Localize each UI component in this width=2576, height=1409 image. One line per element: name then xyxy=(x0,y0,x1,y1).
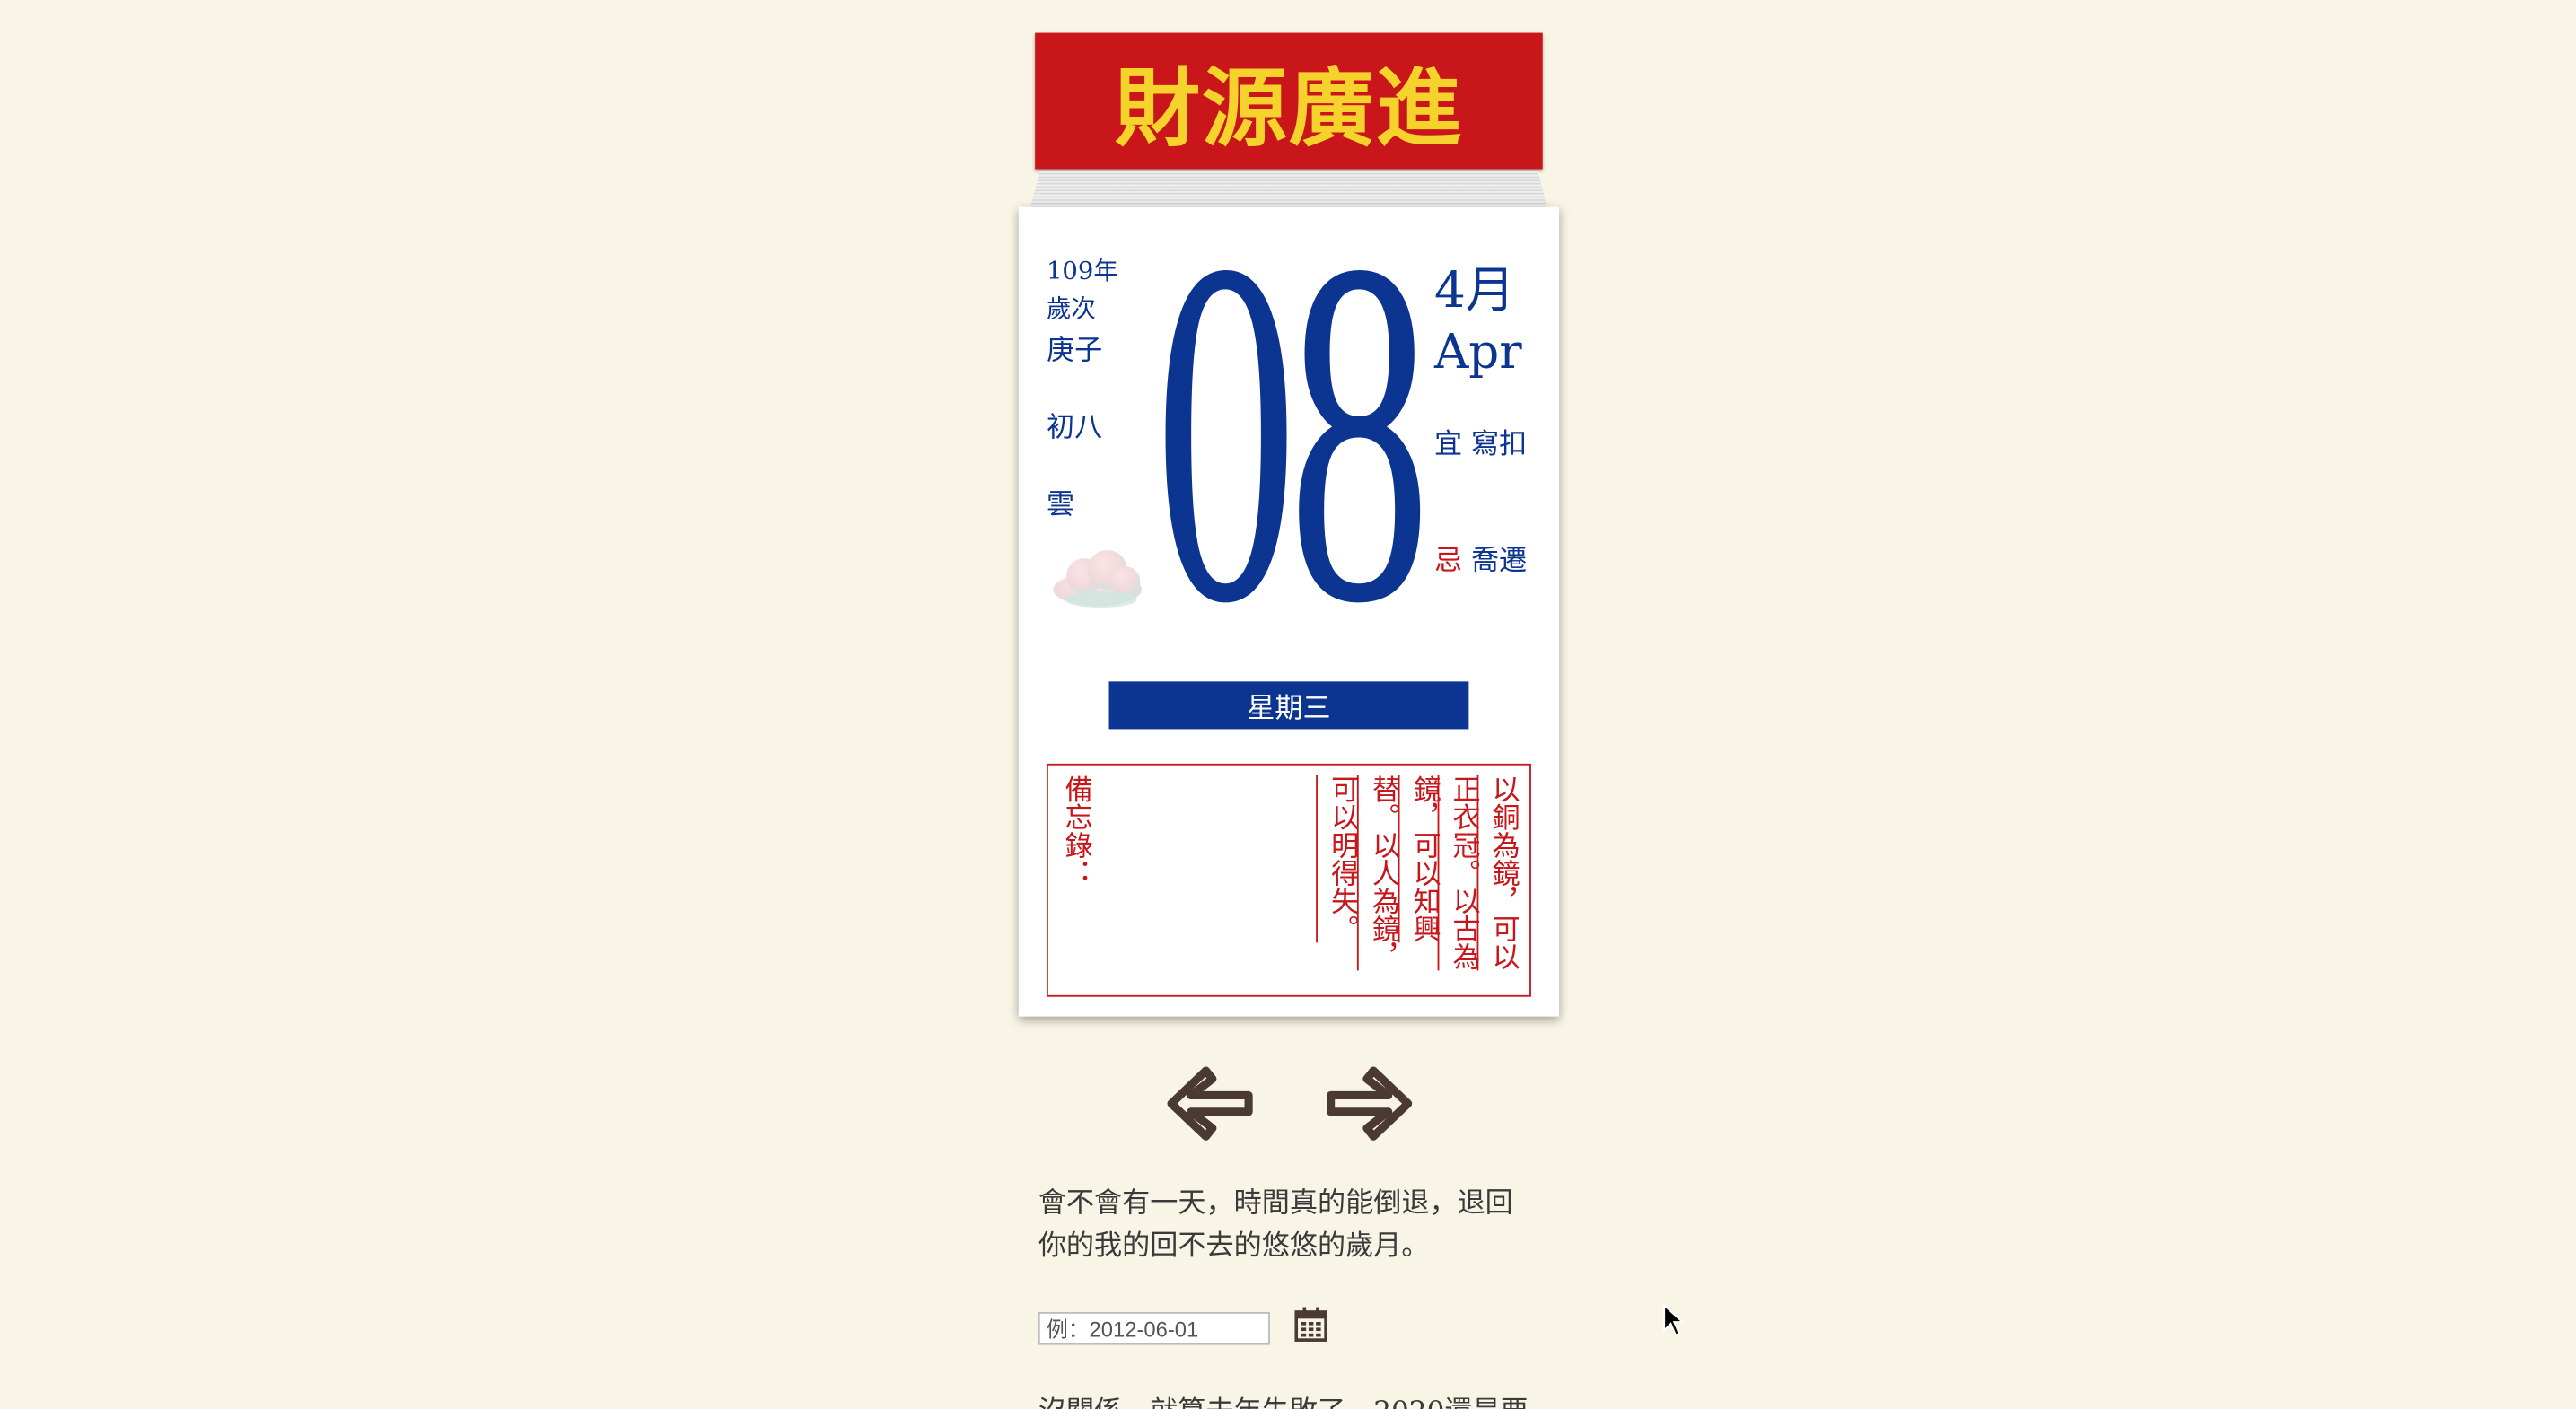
weekday-bar: 星期三 xyxy=(1108,681,1469,730)
yi-items: 寫扣 xyxy=(1470,428,1528,461)
month-info: 4月 Apr 宜 寫扣 忌 喬遷 xyxy=(1434,263,1527,578)
ji-label: 忌 xyxy=(1433,544,1463,578)
weather-text: 雲 xyxy=(1046,489,1075,523)
lunar-day: 初八 xyxy=(1046,411,1103,445)
calendar-banner: 財源廣進 xyxy=(1035,32,1543,170)
month-en: Apr xyxy=(1433,323,1522,380)
footer-text: 沒關係，就算去年失敗了，2020還是要 xyxy=(1038,1387,1547,1409)
inauspicious-row: 忌 喬遷 xyxy=(1434,537,1527,578)
ganzhi-year: 庚子 xyxy=(1046,334,1103,367)
calendar-page: 109年 歲次 庚子 初八 雲 08 4月 Apr 宜 寫扣 忌 喬遷 星期三 … xyxy=(1018,159,1560,1017)
date-input[interactable] xyxy=(1038,1312,1270,1345)
day-number: 08 xyxy=(1154,159,1431,704)
yi-label: 宜 xyxy=(1433,428,1463,461)
lunar-info: 109年 歲次 庚子 初八 雲 xyxy=(1047,253,1118,529)
memo-line: 替。以人為鏡， xyxy=(1356,775,1398,971)
memo-line: 可以明得失。 xyxy=(1316,775,1357,943)
mouse-cursor-icon xyxy=(1663,1303,1685,1336)
memo-line: 正衣冠。以古為 xyxy=(1437,775,1479,971)
quote-line: 你的我的回不去的悠悠的歲月。 xyxy=(1038,1229,1430,1263)
memo-line: 以銅為鏡，可以 xyxy=(1476,775,1519,971)
arrow-right-icon[interactable] xyxy=(1324,1063,1416,1144)
banner-title: 財源廣進 xyxy=(1114,58,1463,160)
month-zh: 4月 xyxy=(1433,262,1515,320)
ji-items: 喬遷 xyxy=(1470,544,1528,578)
era-label: 歲次 xyxy=(1046,293,1096,324)
cloud-icon xyxy=(1053,549,1143,608)
memo-line: 鏡，可以知興 xyxy=(1398,775,1440,943)
quote-line: 會不會有一天，時間真的能倒退，退回 xyxy=(1038,1186,1513,1221)
memo-label: 備忘錄： xyxy=(1058,775,1091,888)
roc-year: 109年 xyxy=(1046,256,1118,286)
memo-box: 備忘錄： 可以明得失。 替。以人為鏡， 鏡，可以知興 正衣冠。以古為 以銅為鏡，… xyxy=(1046,763,1531,997)
page-root: 財源廣進 109年 歲次 庚子 初八 雲 08 4月 Apr 宜 寫扣 忌 喬遷… xyxy=(0,0,2576,1409)
quote-text: 會不會有一天，時間真的能倒退，退回 你的我的回不去的悠悠的歲月。 xyxy=(1038,1184,1547,1267)
arrow-left-icon[interactable] xyxy=(1163,1063,1256,1144)
calendar-icon[interactable] xyxy=(1294,1307,1327,1342)
auspicious-row: 宜 寫扣 xyxy=(1434,420,1527,461)
